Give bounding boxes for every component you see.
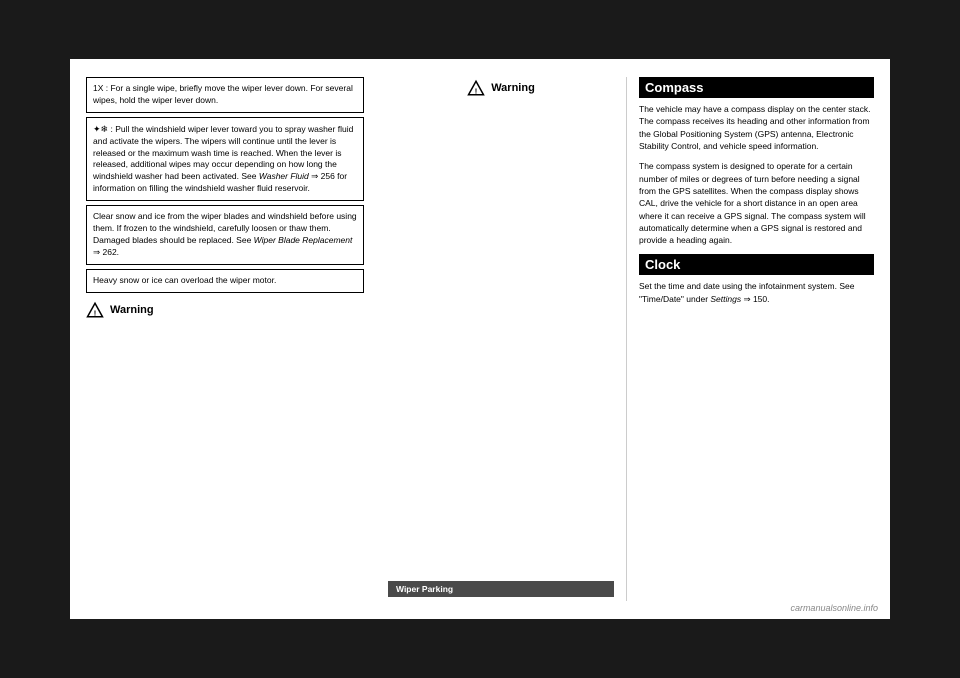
info-box-wiper-spray-body: : Pull the windshield wiper lever toward… [93, 124, 353, 193]
clock-heading: Clock [639, 254, 874, 275]
svg-text:!: ! [94, 308, 97, 317]
middle-warning-text: Warning [491, 82, 535, 94]
info-box-1x: 1X : For a single wipe, briefly move the… [86, 77, 364, 113]
watermark: carmanualsonline.info [790, 603, 878, 613]
clock-para1-text: Set the time and date using the infotain… [639, 280, 874, 305]
right-column: Compass The vehicle may have a compass d… [626, 77, 874, 601]
wiper-parking-label: Wiper Parking [396, 584, 453, 594]
compass-para1-text: The vehicle may have a compass display o… [639, 103, 874, 152]
compass-para1: The vehicle may have a compass display o… [639, 103, 874, 152]
wiper-blade-link: Wiper Blade Replacement [254, 235, 353, 245]
info-box-wiper-spray-text: ✦❄ : Pull the windshield wiper lever tow… [93, 123, 357, 195]
middle-content-wrapper: ! Warning Wiper Parking [388, 77, 614, 601]
washer-fluid-link: Washer Fluid [259, 171, 309, 181]
settings-link: Settings [710, 294, 741, 304]
middle-warning-label: ! Warning [467, 79, 535, 97]
left-warning-label: ! Warning [86, 301, 364, 319]
middle-column: ! Warning Wiper Parking [376, 77, 626, 601]
left-warning-triangle-icon: ! [86, 301, 104, 319]
left-column: 1X : For a single wipe, briefly move the… [86, 77, 376, 601]
compass-para2: The compass system is designed to operat… [639, 160, 874, 246]
info-box-wiper-spray: ✦❄ : Pull the windshield wiper lever tow… [86, 117, 364, 201]
compass-heading: Compass [639, 77, 874, 98]
svg-text:!: ! [475, 86, 478, 95]
middle-warning-triangle-icon: ! [467, 79, 485, 97]
left-warning-text: Warning [110, 304, 154, 316]
info-box-snow-ice-text: Clear snow and ice from the wiper blades… [93, 211, 357, 259]
info-box-1x-text: 1X : For a single wipe, briefly move the… [93, 83, 357, 107]
info-box-snow-ice: Clear snow and ice from the wiper blades… [86, 205, 364, 265]
page-container: 1X : For a single wipe, briefly move the… [70, 59, 890, 619]
clock-para1: Set the time and date using the infotain… [639, 280, 874, 305]
wiper-spray-icon: ✦❄ [93, 124, 108, 134]
info-box-heavy-snow-text: Heavy snow or ice can overload the wiper… [93, 275, 357, 287]
wiper-parking-bar: Wiper Parking [388, 581, 614, 597]
info-box-heavy-snow: Heavy snow or ice can overload the wiper… [86, 269, 364, 293]
compass-para2-text: The compass system is designed to operat… [639, 160, 874, 246]
